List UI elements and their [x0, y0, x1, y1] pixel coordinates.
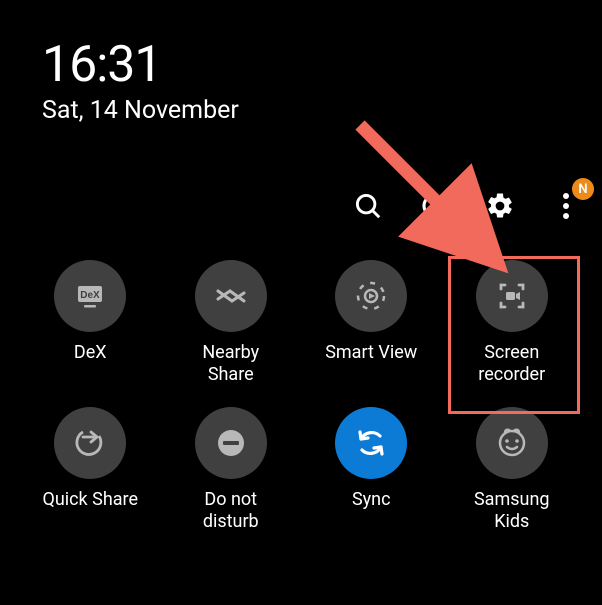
tile-smart-view[interactable]: Smart View [301, 260, 442, 385]
tile-label: Sync [352, 489, 391, 511]
tile-dex[interactable]: DeX DeX [20, 260, 161, 385]
tile-label: Nearby Share [202, 342, 259, 385]
svg-text:DeX: DeX [81, 290, 101, 301]
do-not-disturb-icon [195, 407, 267, 479]
tile-label: Screen recorder [478, 342, 545, 385]
sync-icon [335, 407, 407, 479]
tile-label: DeX [74, 342, 107, 364]
tile-nearby-share[interactable]: Nearby Share [161, 260, 302, 385]
screen-recorder-icon [476, 260, 548, 332]
dex-icon: DeX [54, 260, 126, 332]
samsung-kids-icon [476, 407, 548, 479]
tile-label: Do not disturb [203, 489, 259, 532]
tile-sync[interactable]: Sync [301, 407, 442, 532]
notification-badge: N [572, 178, 594, 200]
clock-time: 16:31 [42, 36, 602, 94]
tile-do-not-disturb[interactable]: Do not disturb [161, 407, 302, 532]
more-icon[interactable]: N [548, 188, 584, 224]
tile-screen-recorder[interactable]: Screen recorder [442, 260, 583, 385]
tile-label: Smart View [325, 342, 417, 364]
tile-label: Quick Share [42, 489, 138, 511]
tile-quick-share[interactable]: Quick Share [20, 407, 161, 532]
nearby-share-icon [195, 260, 267, 332]
power-icon[interactable] [416, 188, 452, 224]
clock-date: Sat, 14 November [42, 96, 602, 125]
tile-samsung-kids[interactable]: Samsung Kids [442, 407, 583, 532]
search-icon[interactable] [350, 188, 386, 224]
smart-view-icon [335, 260, 407, 332]
tile-label: Samsung Kids [474, 489, 550, 532]
settings-icon[interactable] [482, 188, 518, 224]
quick-share-icon [54, 407, 126, 479]
